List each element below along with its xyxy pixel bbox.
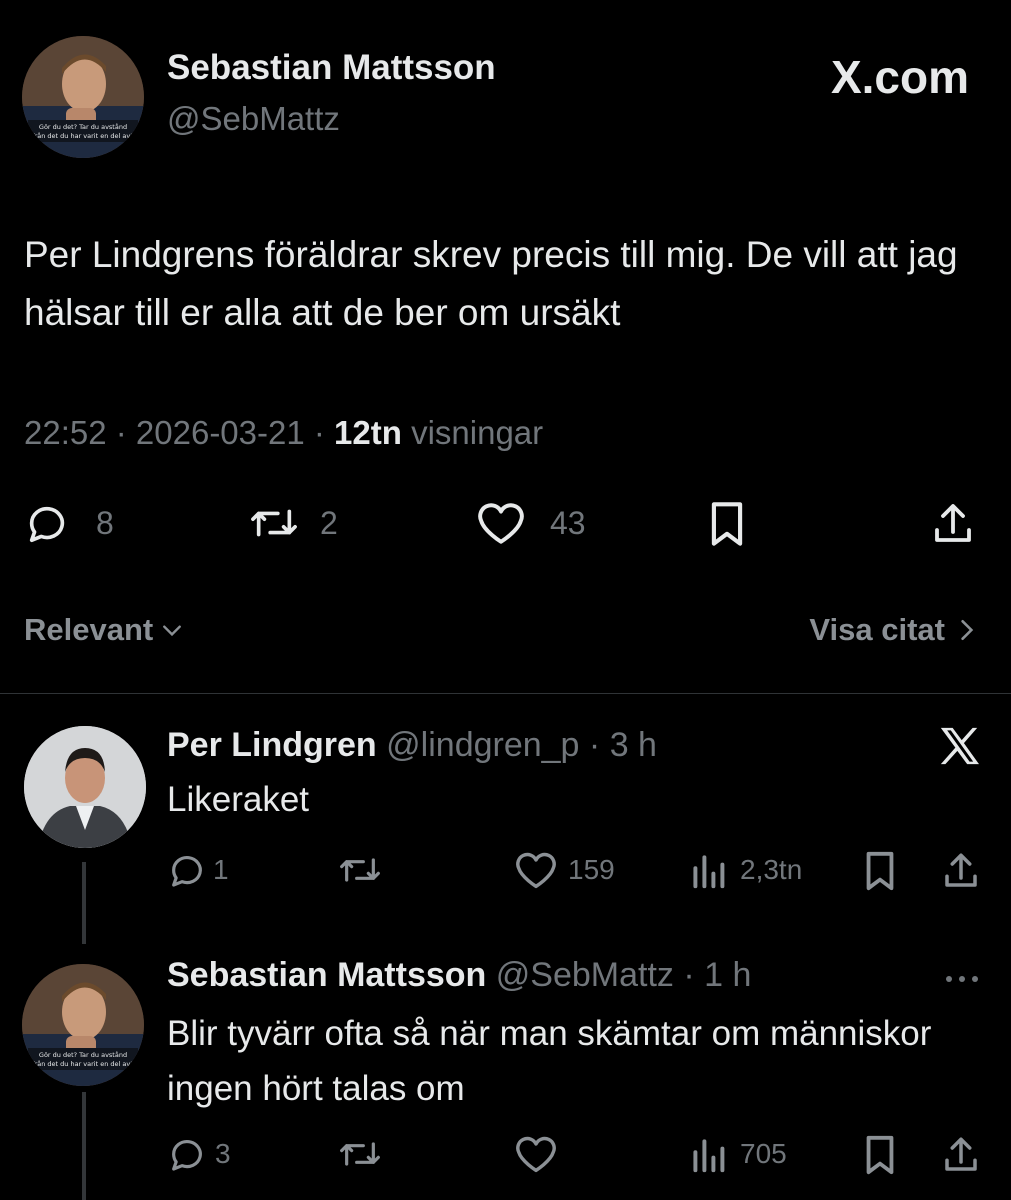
reply-avatar[interactable]: Gör du det? Tar du avstånd från det du h…	[22, 964, 144, 1086]
brand-label: X.com	[830, 51, 969, 103]
views-label: visningar	[401, 414, 544, 451]
bookmark-button[interactable]	[860, 1134, 900, 1176]
reply-count: 1	[213, 854, 229, 885]
bookmark-icon	[704, 500, 750, 548]
like-button[interactable]: 159	[514, 850, 615, 890]
reply-button[interactable]: 1	[167, 850, 229, 890]
bookmark-button[interactable]	[860, 850, 900, 892]
tweet-text: Per Lindgrens föräldrar skrev precis til…	[24, 234, 958, 333]
thread-line	[82, 1092, 86, 1200]
repost-icon	[336, 1134, 384, 1174]
views-button[interactable]: 705	[690, 1134, 787, 1174]
views-icon	[690, 1134, 726, 1174]
share-icon	[928, 500, 978, 548]
views-count: 12tn	[334, 414, 402, 451]
reply-count: 8	[96, 504, 114, 541]
reply-author-handle[interactable]: @lindgren_p	[386, 726, 579, 764]
bookmark-icon	[860, 850, 900, 892]
reply-avatar[interactable]	[24, 726, 146, 848]
reply-icon	[24, 500, 70, 546]
sort-label: Relevant	[24, 612, 154, 647]
views-button[interactable]: 2,3tn	[690, 850, 802, 890]
like-icon	[514, 850, 558, 890]
reply-button[interactable]: 8	[24, 500, 114, 546]
tweet-meta: 22:52 · 2026-03-21 · 12tn visningar	[24, 414, 543, 452]
avatar-caption-1: Gör du det? Tar du avstånd	[39, 1050, 127, 1059]
reply-icon	[167, 1134, 207, 1174]
x-logo-icon	[937, 726, 981, 771]
view-quotes-link[interactable]: Visa citat	[809, 612, 975, 648]
like-icon	[514, 1134, 558, 1174]
share-button[interactable]	[928, 500, 978, 548]
reply-icon	[167, 850, 207, 890]
like-button[interactable]	[514, 1134, 558, 1174]
share-button[interactable]	[940, 1134, 982, 1176]
reply-time[interactable]: · 3 h	[589, 726, 657, 764]
views-count: 2,3tn	[740, 854, 803, 885]
avatar-caption-1: Gör du det? Tar du avstånd	[39, 122, 127, 131]
reply-author-handle[interactable]: @SebMattz	[496, 956, 674, 994]
like-count: 159	[568, 854, 615, 885]
repost-icon	[336, 850, 384, 890]
like-button[interactable]: 43	[476, 500, 586, 546]
like-count: 43	[550, 504, 586, 541]
avatar-caption-2: från det du har varit en del av?	[32, 1059, 133, 1068]
reply-count: 3	[215, 1138, 231, 1169]
chevron-right-icon	[959, 618, 975, 642]
repost-button[interactable]	[336, 1134, 384, 1174]
reply-author-name[interactable]: Sebastian Mattsson	[167, 956, 486, 994]
share-icon	[940, 1134, 982, 1176]
reply-button[interactable]: 3	[167, 1134, 231, 1174]
reply-author-name[interactable]: Per Lindgren	[167, 726, 377, 764]
like-icon	[476, 500, 526, 546]
repost-icon	[246, 500, 302, 546]
views-count: 705	[740, 1138, 787, 1169]
views-icon	[690, 850, 726, 890]
repost-button[interactable]: 2	[246, 500, 338, 546]
author-avatar[interactable]: Gör du det? Tar du avstånd från det du h…	[22, 36, 144, 158]
author-name[interactable]: Sebastian Mattsson	[167, 48, 496, 88]
reply-header: Per Lindgren @lindgren_p · 3 h	[167, 726, 657, 765]
reply-text: Blir tyvärr ofta så när man skämtar om m…	[167, 1014, 932, 1108]
bookmark-icon	[860, 1134, 900, 1176]
bookmark-button[interactable]	[704, 500, 750, 548]
tweet-time-date[interactable]: 22:52 · 2026-03-21 ·	[24, 414, 334, 451]
reply-time[interactable]: · 1 h	[683, 956, 751, 994]
author-handle[interactable]: @SebMattz	[167, 100, 340, 138]
repost-count: 2	[320, 504, 338, 541]
chevron-down-icon	[161, 619, 183, 641]
repost-button[interactable]	[336, 850, 384, 890]
reply-text: Likeraket	[167, 780, 310, 819]
share-button[interactable]	[940, 850, 982, 892]
share-icon	[940, 850, 982, 892]
divider	[0, 693, 1011, 694]
view-quotes-label: Visa citat	[809, 612, 945, 647]
avatar-caption-2: från det du har varit en del av?	[32, 131, 133, 140]
sort-dropdown[interactable]: Relevant	[24, 612, 183, 648]
thread-line	[82, 862, 86, 944]
reply-header: Sebastian Mattsson @SebMattz · 1 h	[167, 956, 751, 995]
more-icon[interactable]	[943, 960, 981, 992]
